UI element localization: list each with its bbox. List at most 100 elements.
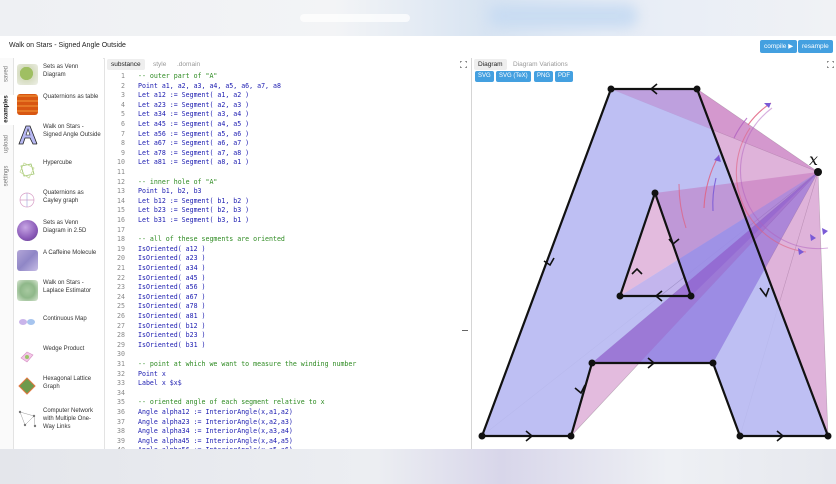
code-line[interactable]: 5 Let a34 := Segment( a3, a4 ) (105, 110, 465, 120)
example-label: Quaternions as table (43, 94, 99, 100)
code-line[interactable]: 10 Let a81 := Segment( a8, a1 ) (105, 158, 465, 168)
line-number: 34 (117, 388, 125, 397)
code-text: -- inner hole of "A" (138, 177, 218, 186)
hexagonal-lattice-thumbnail-icon (18, 377, 36, 395)
code-line[interactable]: 17 (105, 226, 465, 236)
example-item-signed-angle[interactable]: Walk on Stars - Signed Angle Outside (14, 120, 103, 156)
tab-style[interactable]: style (149, 59, 170, 70)
example-item-continuous-map[interactable]: Continuous Map (14, 312, 103, 342)
line-number: 19 (117, 244, 125, 253)
code-line[interactable]: 24 IsOriented( a67 ) (105, 293, 465, 303)
code-line[interactable]: 31 -- point at which we want to measure t… (105, 360, 465, 370)
code-text: -- point at which we want to measure the… (138, 360, 357, 368)
code-line[interactable]: 38 Angle alpha34 := InteriorAngle(x,a3,a4… (105, 427, 465, 437)
code-line[interactable]: 27 IsOriented( b12 ) (105, 322, 465, 332)
line-number: 39 (117, 436, 125, 445)
code-line[interactable]: 12 -- inner hole of "A" (105, 178, 465, 188)
code-line[interactable]: 28 IsOriented( b23 ) (105, 331, 465, 341)
code-line[interactable]: 13 Point b1, b2, b3 (105, 187, 465, 197)
code-text: Let a34 := Segment( a3, a4 ) (138, 110, 250, 119)
export-pdf-button[interactable]: PDF (555, 71, 573, 82)
code-line[interactable]: 22 IsOriented( a45 ) (105, 274, 465, 284)
example-item-laplace[interactable]: Walk on Stars - Laplace Estimator (14, 276, 103, 312)
code-line[interactable]: 21 IsOriented( a34 ) (105, 264, 465, 274)
code-line[interactable]: 34 (105, 389, 465, 399)
export-png-button[interactable]: PNG (534, 71, 554, 82)
app-window: Walk on Stars - Signed Angle Outside com… (0, 36, 836, 449)
line-number: 23 (117, 283, 125, 292)
code-text: IsOriented( b12 ) (138, 321, 206, 330)
example-label: Continuous Map (43, 316, 87, 322)
code-line[interactable]: 30 (105, 350, 465, 360)
code-line[interactable]: 9 Let a78 := Segment( a7, a8 ) (105, 149, 465, 159)
example-item-venn[interactable]: Sets as Venn Diagram (14, 60, 103, 90)
code-line[interactable]: 19 IsOriented( a12 ) (105, 245, 465, 255)
code-line[interactable]: 4 Let a23 := Segment( a2, a3 ) (105, 101, 465, 111)
code-line[interactable]: 14 Let b12 := Segment( b1, b2 ) (105, 197, 465, 207)
code-line[interactable]: 15 Let b23 := Segment( b2, b3 ) (105, 206, 465, 216)
line-number: 22 (117, 273, 125, 282)
example-label: Quaternions as Cayley graph (43, 190, 84, 204)
tab-settings[interactable]: settings (0, 162, 13, 192)
code-text: IsOriented( a45 ) (138, 273, 206, 282)
example-label: Sets as Venn Diagram in 2.5D (43, 220, 87, 234)
point-x (814, 168, 822, 176)
code-line[interactable]: 6 Let a45 := Segment( a4, a5 ) (105, 120, 465, 130)
code-editor[interactable]: 1 -- outer part of "A" 2 Point a1, a2, a3, … (105, 72, 465, 449)
code-text: IsOriented( a12 ) (138, 244, 206, 253)
code-line[interactable]: 29 IsOriented( b31 ) (105, 341, 465, 351)
desktop-background-bottom (0, 449, 836, 484)
code-line[interactable]: 3 Let a12 := Segment( a1, a2 ) (105, 91, 465, 101)
code-line[interactable]: 20 IsOriented( a23 ) (105, 254, 465, 264)
code-line[interactable]: 35 -- oriented angle of each segment rela… (105, 398, 465, 408)
example-item-cayley[interactable]: Quaternions as Cayley graph (14, 186, 103, 216)
hypercube-thumbnail-icon (19, 162, 35, 179)
example-label: Hypercube (43, 160, 73, 166)
example-item-venn-2-5d[interactable]: Sets as Venn Diagram in 2.5D (14, 216, 103, 246)
code-line[interactable]: 39 Angle alpha45 := InteriorAngle(x,a4,a5… (105, 437, 465, 447)
compile-button[interactable]: compile ▶ (760, 40, 798, 53)
export-svg-tex-button[interactable]: SVG (TeX) (496, 71, 531, 82)
code-line[interactable]: 16 Let b31 := Segment( b3, b1 ) (105, 216, 465, 226)
example-item-network[interactable]: Computer Network with Multiple One-Way L… (14, 404, 103, 444)
code-line[interactable]: 26 IsOriented( a81 ) (105, 312, 465, 322)
expand-icon[interactable] (460, 61, 467, 68)
example-item-hex-lattice[interactable]: Hexagonal Lattice Graph (14, 372, 103, 402)
code-line[interactable]: 2 Point a1, a2, a3, a4, a5, a6, a7, a8 (105, 82, 465, 92)
tab-examples[interactable]: examples (0, 95, 15, 125)
code-line[interactable]: 8 Let a67 := Segment( a6, a7 ) (105, 139, 465, 149)
code-text: IsOriented( b31 ) (138, 340, 206, 349)
tab-saved[interactable]: saved (0, 60, 13, 90)
page-title: Walk on Stars - Signed Angle Outside (9, 42, 126, 49)
code-line[interactable]: 25 IsOriented( a78 ) (105, 302, 465, 312)
example-item-quaternion-table[interactable]: Quaternions as table (14, 90, 103, 120)
code-line[interactable]: 37 Angle alpha23 := InteriorAngle(x,a2,a3… (105, 418, 465, 428)
tab-upload[interactable]: upload (0, 130, 13, 160)
line-number: 35 (117, 398, 125, 407)
line-number: 1 (121, 72, 125, 80)
code-line[interactable]: 40 Angle alpha56 := InteriorAngle(x,a5,a6… (105, 446, 465, 449)
code-line[interactable]: 18 -- all of these segments are oriented (105, 235, 465, 245)
code-line[interactable]: 7 Let a56 := Segment( a5, a6 ) (105, 130, 465, 140)
line-number: 13 (117, 187, 125, 196)
resample-button[interactable]: resample (798, 40, 833, 53)
example-item-wedge-product[interactable]: Wedge Product (14, 342, 103, 372)
code-text: Let a12 := Segment( a1, a2 ) (138, 91, 250, 100)
examples-list: Sets as Venn Diagram Quaternions as tabl… (14, 58, 103, 449)
code-line[interactable]: 1 -- outer part of "A" (105, 72, 465, 82)
example-item-hypercube[interactable]: Hypercube (14, 156, 103, 186)
pane-resize-handle[interactable] (462, 330, 468, 331)
point-x-label: x (809, 150, 818, 169)
code-line[interactable]: 36 Angle alpha12 := InteriorAngle(x,a1,a2… (105, 408, 465, 418)
code-text: -- outer part of "A" (138, 72, 218, 80)
tab-substance[interactable]: substance (107, 59, 145, 70)
code-line[interactable]: 32 Point x (105, 370, 465, 380)
code-line[interactable]: 23 IsOriented( a56 ) (105, 283, 465, 293)
tab-domain[interactable]: .domain (173, 59, 204, 70)
line-number: 24 (117, 292, 125, 301)
code-line[interactable]: 11 (105, 168, 465, 178)
code-text: Let a45 := Segment( a4, a5 ) (138, 120, 250, 128)
example-item-caffeine[interactable]: A Caffeine Molecule (14, 246, 103, 276)
export-svg-button[interactable]: SVG (475, 71, 494, 82)
code-line[interactable]: 33 Label x $x$ (105, 379, 465, 389)
